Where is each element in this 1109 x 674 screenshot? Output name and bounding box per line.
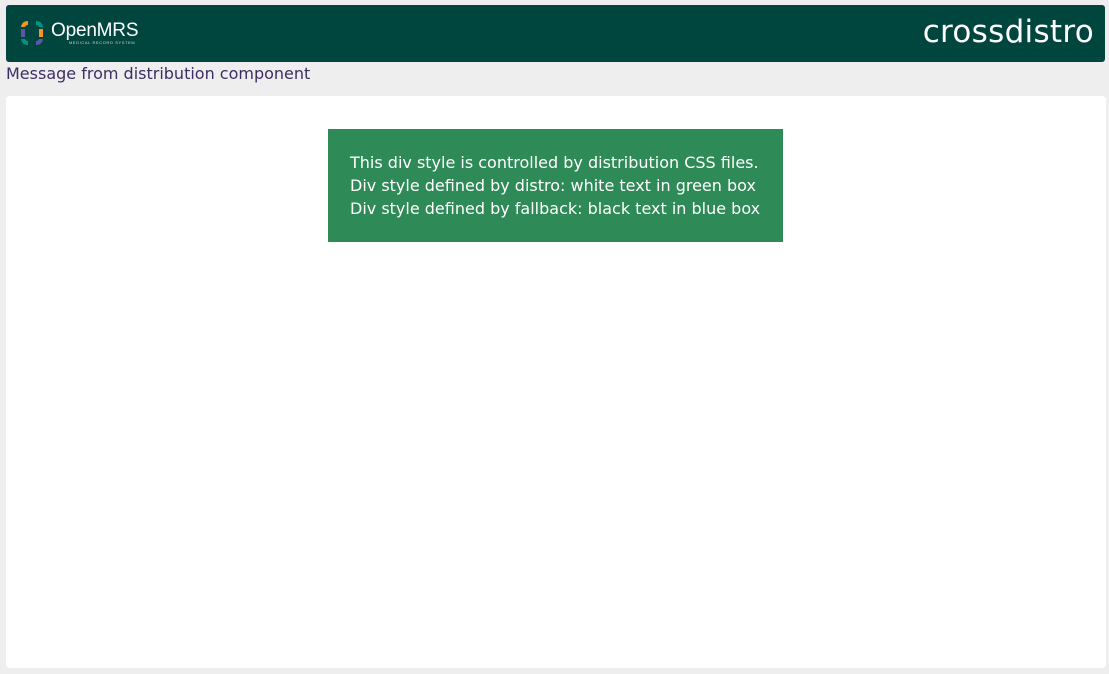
distro-box-line: Div style defined by fallback: black tex… (350, 199, 761, 218)
distro-box-line: This div style is controlled by distribu… (350, 153, 759, 172)
logo-subtitle: MEDICAL RECORD SYSTEM (69, 40, 136, 45)
main-panel: This div style is controlled by distribu… (6, 96, 1106, 668)
distribution-message: Message from distribution component (6, 64, 311, 83)
app-title: crossdistro (922, 14, 1094, 50)
logo-name: OpenMRS (51, 20, 139, 41)
openmrs-logo[interactable]: OpenMRS MEDICAL RECORD SYSTEM (17, 17, 139, 49)
distro-box-line: Div style defined by distro: white text … (350, 176, 756, 195)
distro-styled-box: This div style is controlled by distribu… (328, 129, 783, 242)
openmrs-logo-icon (21, 21, 43, 45)
app-header: OpenMRS MEDICAL RECORD SYSTEM crossdistr… (6, 5, 1105, 62)
